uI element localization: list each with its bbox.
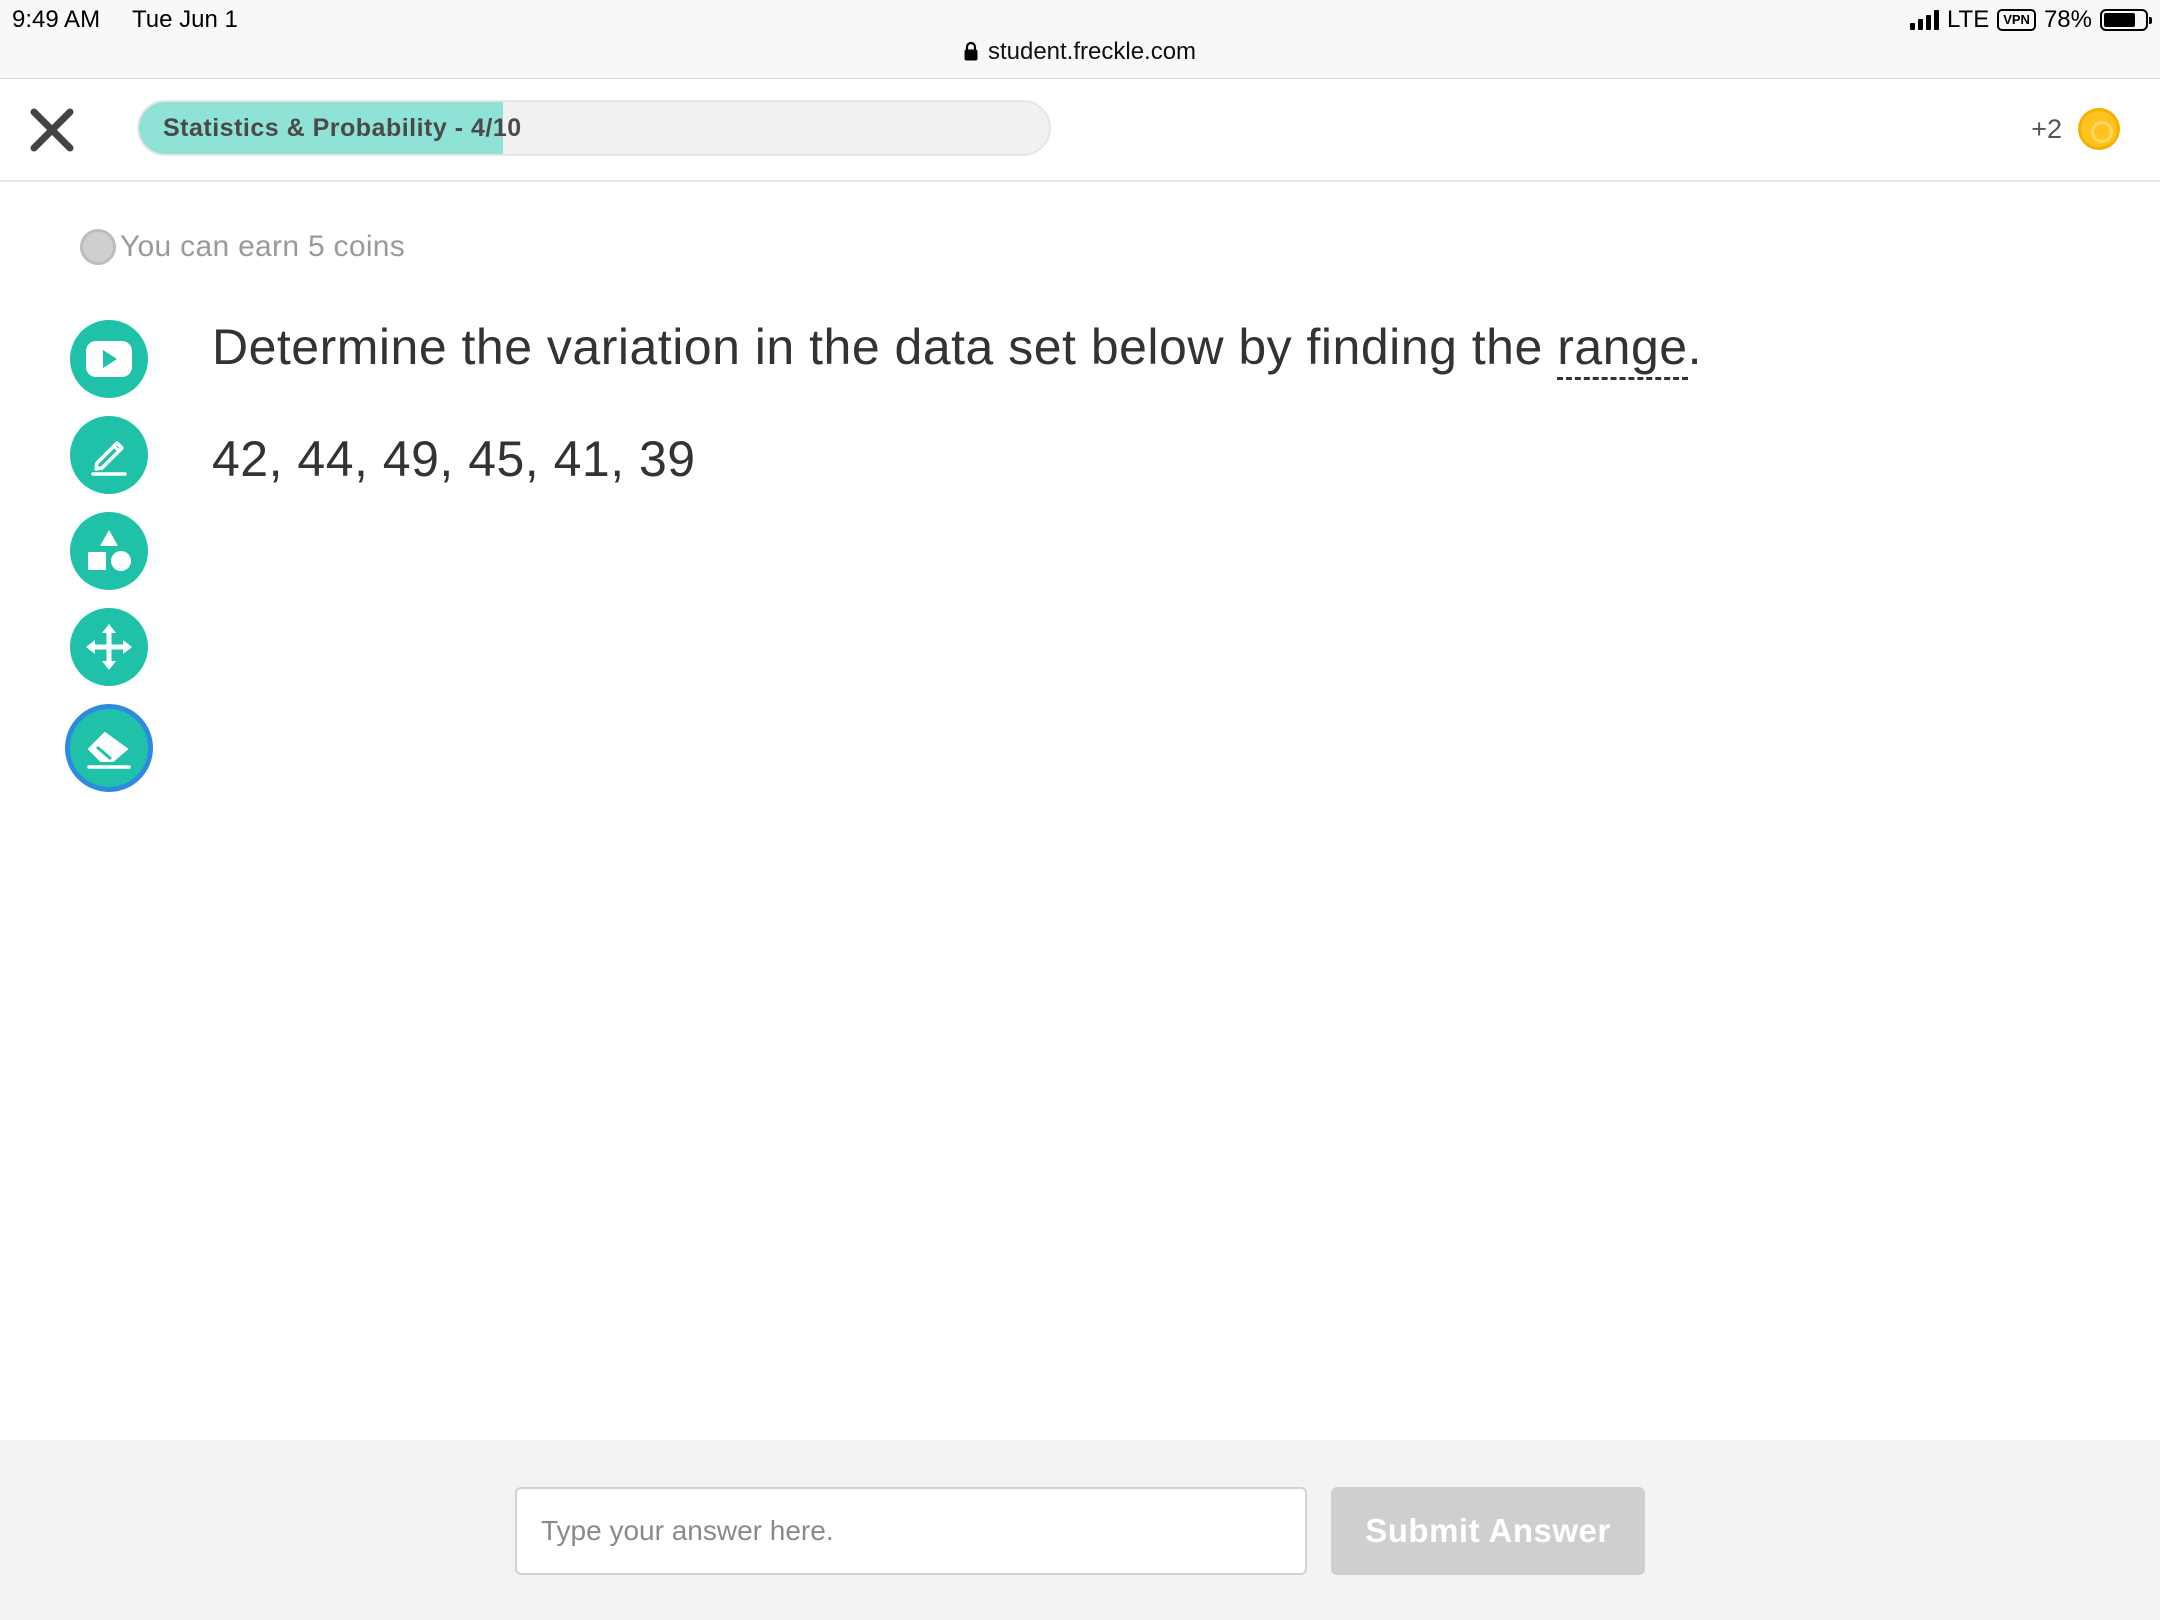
coins-earned-count: +2	[2031, 113, 2062, 144]
question-prompt: Determine the variation in the data set …	[212, 319, 1558, 375]
question-text: Determine the variation in the data set …	[212, 312, 2112, 382]
glossary-term-range[interactable]: range	[1557, 319, 1688, 380]
move-icon	[86, 624, 132, 670]
coin-icon	[2078, 108, 2120, 150]
pencil-button[interactable]	[70, 416, 148, 494]
eraser-icon	[87, 732, 131, 769]
answer-bar: Submit Answer	[0, 1440, 2160, 1620]
coins-earned: +2	[2031, 108, 2120, 150]
video-button[interactable]	[70, 320, 148, 398]
shapes-icon	[88, 530, 131, 571]
question-area: Determine the variation in the data set …	[212, 312, 2112, 488]
earn-coins-hint: You can earn 5 coins	[80, 229, 405, 265]
tool-palette	[65, 320, 153, 810]
lock-icon	[964, 41, 978, 61]
status-bar: 9:49 AM Tue Jun 1 student.freckle.com LT…	[0, 0, 2160, 79]
network-label: LTE	[1946, 6, 1990, 33]
shapes-button[interactable]	[70, 512, 148, 590]
battery-icon	[2100, 9, 2152, 31]
progress-label: Statistics & Probability - 4/10	[163, 114, 522, 142]
lesson-header: Statistics & Probability - 4/10 +2	[0, 80, 2160, 182]
video-icon	[86, 341, 132, 377]
answer-input[interactable]	[515, 1487, 1307, 1575]
status-date: Tue Jun 1	[132, 6, 238, 33]
gray-coin-icon	[80, 229, 116, 265]
move-button[interactable]	[70, 608, 148, 686]
earn-coins-text: You can earn 5 coins	[120, 230, 406, 263]
close-icon[interactable]	[28, 106, 76, 154]
signal-icon	[1909, 10, 1939, 30]
status-indicators: LTE VPN 78%	[1909, 6, 2152, 34]
status-time: 9:49 AM	[12, 6, 101, 33]
eraser-button[interactable]	[65, 704, 153, 792]
data-set: 42, 44, 49, 45, 41, 39	[212, 431, 696, 487]
address-bar[interactable]: student.freckle.com	[0, 38, 2160, 66]
submit-answer-button[interactable]: Submit Answer	[1331, 1487, 1645, 1575]
pencil-icon	[91, 441, 127, 476]
battery-percent: 78%	[2043, 6, 2092, 33]
progress-bar: Statistics & Probability - 4/10	[137, 100, 1051, 156]
question-punctuation: .	[1687, 319, 1702, 375]
vpn-badge: VPN	[1997, 9, 2036, 31]
url-text: student.freckle.com	[987, 38, 1197, 65]
